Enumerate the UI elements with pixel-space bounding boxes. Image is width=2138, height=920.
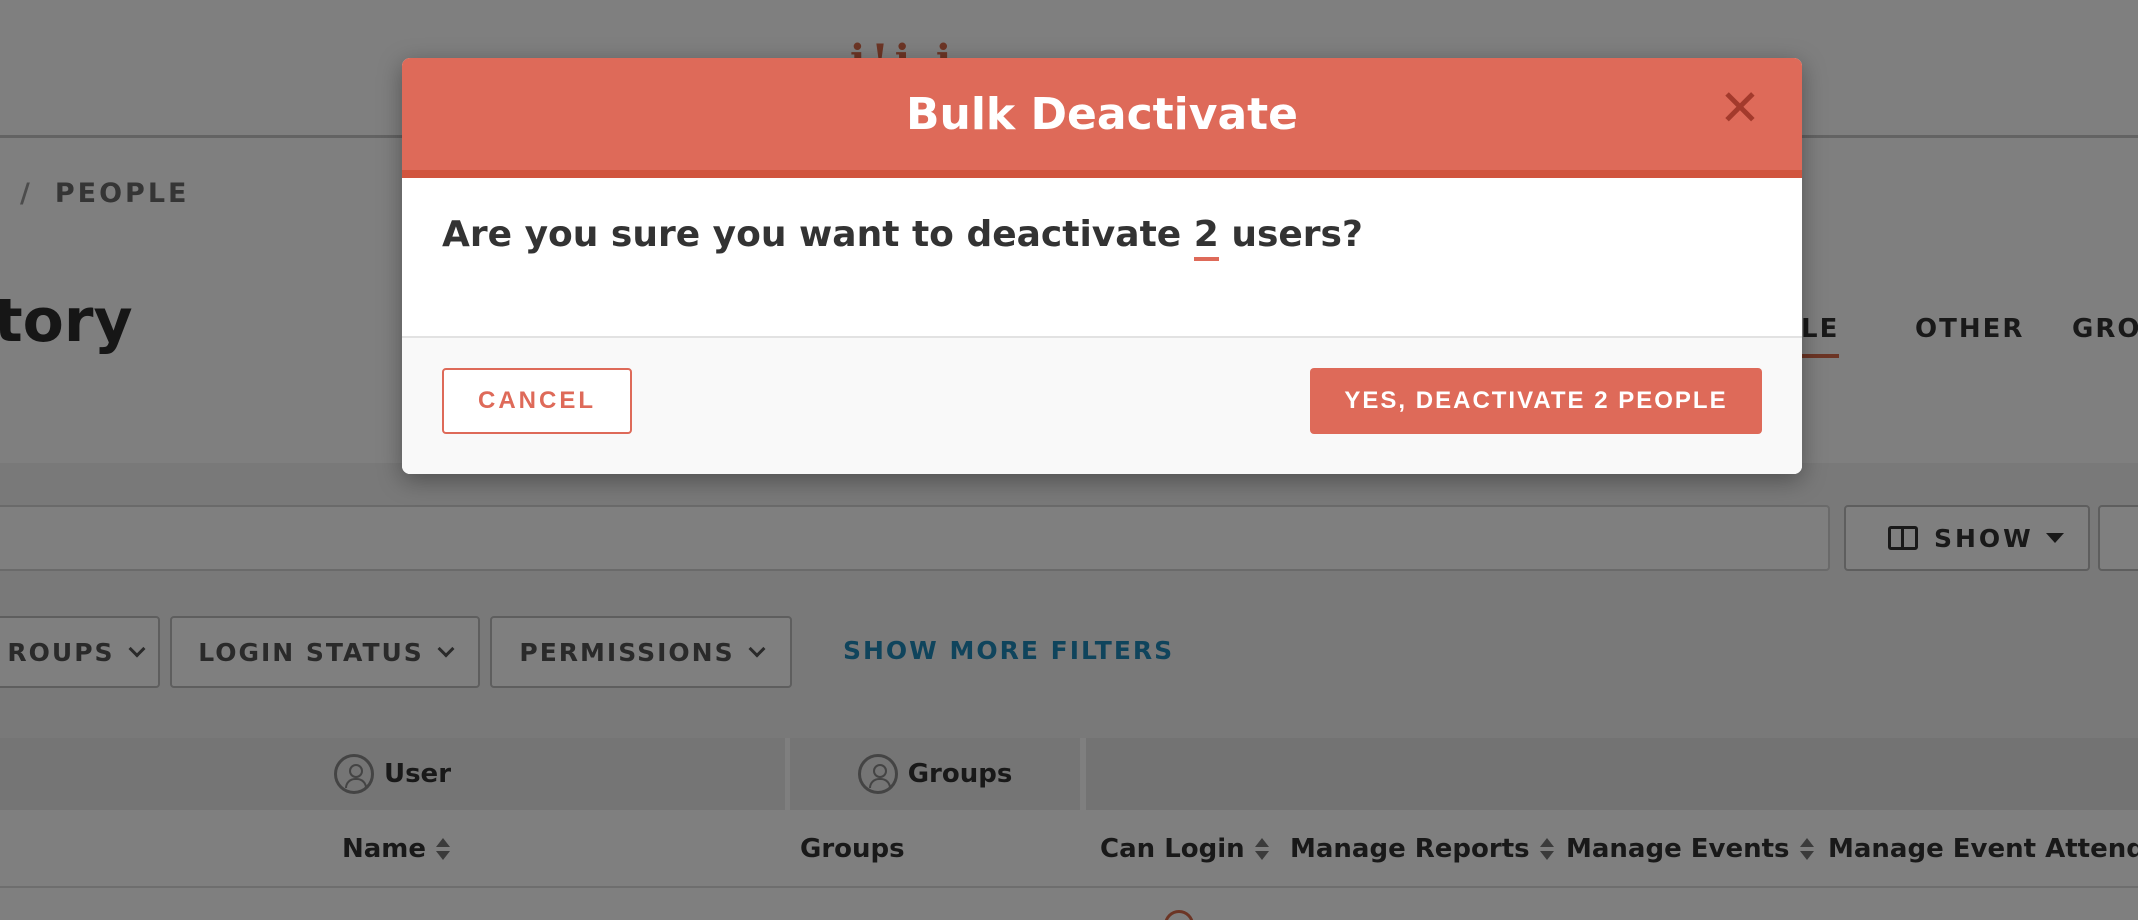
user-count: 2 bbox=[1193, 214, 1219, 261]
confirmation-question: Are you sure you want to deactivate 2 us… bbox=[442, 214, 1762, 261]
modal-footer: CANCEL YES, DEACTIVATE 2 PEOPLE bbox=[402, 336, 1802, 474]
modal-title: Bulk Deactivate bbox=[905, 88, 1299, 140]
question-prefix: Are you sure you want to deactivate bbox=[442, 214, 1194, 255]
question-suffix: users? bbox=[1218, 214, 1363, 255]
bulk-deactivate-dialog: Bulk Deactivate ✕ Are you sure you want … bbox=[402, 58, 1802, 474]
modal-body: Are you sure you want to deactivate 2 us… bbox=[402, 178, 1802, 336]
confirm-deactivate-button[interactable]: YES, DEACTIVATE 2 PEOPLE bbox=[1310, 368, 1762, 434]
cancel-button[interactable]: CANCEL bbox=[442, 368, 632, 434]
modal-header: Bulk Deactivate ✕ bbox=[402, 58, 1802, 178]
close-icon[interactable]: ✕ bbox=[1718, 83, 1762, 133]
